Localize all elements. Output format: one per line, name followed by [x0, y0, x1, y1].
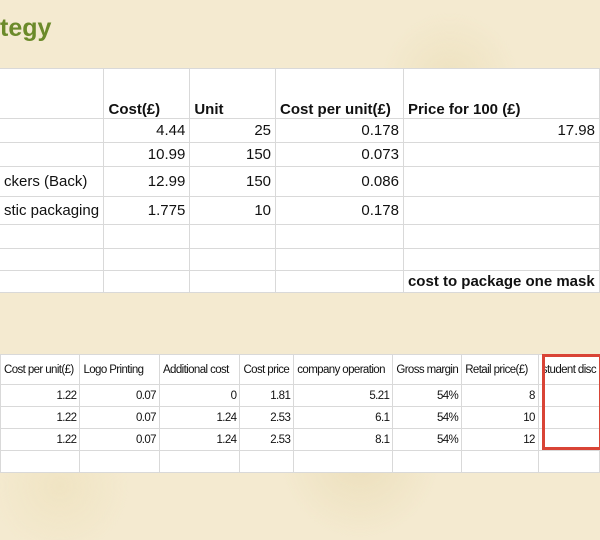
header-cell[interactable]: student disc: [537, 354, 600, 385]
table-cell[interactable]: 12.99: [103, 166, 191, 197]
table-cell[interactable]: 1.775: [103, 196, 191, 225]
table-cell[interactable]: 0.07: [79, 428, 160, 451]
table-row: cost to package one mask: [0, 270, 600, 293]
table-cell[interactable]: 5.21: [293, 384, 394, 407]
table-cell[interactable]: cost to package one mask: [402, 270, 600, 293]
table-cell[interactable]: 12: [461, 428, 539, 451]
table-cell[interactable]: [537, 450, 600, 473]
table-cell[interactable]: [189, 224, 277, 249]
table-cell[interactable]: 1.22: [0, 428, 81, 451]
pricing-table: Cost per unit(£) Logo Printing Additiona…: [0, 354, 600, 473]
table-cell[interactable]: 6.1: [293, 406, 394, 429]
table-cell[interactable]: [275, 270, 404, 293]
table-cell[interactable]: [239, 450, 295, 473]
table-cell[interactable]: 150: [189, 166, 277, 197]
table-cell[interactable]: 25: [189, 118, 277, 143]
table-cell[interactable]: [103, 248, 191, 271]
table-cell[interactable]: [402, 224, 600, 249]
table-cell[interactable]: 2.53: [239, 406, 295, 429]
table-cell[interactable]: 2.53: [239, 428, 295, 451]
table-cell[interactable]: [402, 142, 600, 167]
table-cell[interactable]: 0.178: [275, 118, 404, 143]
table-cell[interactable]: 8: [461, 384, 539, 407]
table-cell[interactable]: 1.22: [0, 384, 81, 407]
table-cell[interactable]: [79, 450, 160, 473]
table-cell[interactable]: 8.1: [293, 428, 394, 451]
header-cell[interactable]: Logo Printing: [79, 354, 160, 385]
table-row: 1.22 0.07 1.24 2.53 8.1 54% 12: [0, 428, 600, 451]
table-row: [0, 450, 600, 473]
table-header-row: Cost per unit(£) Logo Printing Additiona…: [0, 354, 600, 385]
table-row: ckers (Back) 12.99 150 0.086: [0, 166, 600, 197]
header-cell[interactable]: Price for 100 (£): [402, 68, 600, 119]
table-cell[interactable]: [293, 450, 394, 473]
table-row: 1.22 0.07 0 1.81 5.21 54% 8: [0, 384, 600, 407]
table-cell[interactable]: [537, 384, 600, 407]
table-cell[interactable]: [402, 196, 600, 225]
table-cell[interactable]: 1.24: [158, 406, 241, 429]
table-cell[interactable]: 1.81: [239, 384, 295, 407]
table-cell[interactable]: [537, 406, 600, 429]
table-cell[interactable]: 1.22: [0, 406, 81, 429]
table-cell[interactable]: 150: [189, 142, 277, 167]
table-cell[interactable]: [103, 270, 191, 293]
table-cell[interactable]: [158, 450, 241, 473]
table-cell[interactable]: 10: [461, 406, 539, 429]
header-cell[interactable]: Unit: [189, 68, 277, 119]
table-cell[interactable]: [402, 248, 600, 271]
header-cell[interactable]: Cost per unit(£): [275, 68, 404, 119]
table-cell[interactable]: [0, 118, 105, 143]
header-cell[interactable]: Gross margin: [392, 354, 463, 385]
table-cell[interactable]: [461, 450, 539, 473]
header-cell[interactable]: Retail price(£): [461, 354, 539, 385]
table-cell[interactable]: [0, 142, 105, 167]
header-cell[interactable]: [0, 68, 105, 119]
table-cell[interactable]: [0, 248, 105, 271]
table-cell[interactable]: 0.073: [275, 142, 404, 167]
table-cell[interactable]: [103, 224, 191, 249]
table-cell[interactable]: [275, 248, 404, 271]
header-cell[interactable]: Cost price: [239, 354, 295, 385]
table-cell[interactable]: 0.07: [79, 384, 160, 407]
table-cell[interactable]: 10.99: [103, 142, 191, 167]
table-cell[interactable]: 17.98: [402, 118, 600, 143]
cost-table: Cost(£) Unit Cost per unit(£) Price for …: [0, 68, 600, 293]
table-cell[interactable]: 0.07: [79, 406, 160, 429]
table-row: 10.99 150 0.073: [0, 142, 600, 167]
table-header-row: Cost(£) Unit Cost per unit(£) Price for …: [0, 68, 600, 119]
sheet-title: tegy: [0, 14, 52, 42]
table-row: 4.44 25 0.178 17.98: [0, 118, 600, 143]
table-row: [0, 248, 600, 271]
table-cell[interactable]: 0.086: [275, 166, 404, 197]
table-cell[interactable]: [537, 428, 600, 451]
header-cell[interactable]: Cost(£): [103, 68, 191, 119]
table-row: [0, 224, 600, 249]
header-cell[interactable]: Additional cost: [158, 354, 241, 385]
table-cell[interactable]: 0.178: [275, 196, 404, 225]
table-cell[interactable]: ckers (Back): [0, 166, 105, 197]
table-cell[interactable]: [189, 248, 277, 271]
table-row: stic packaging 1.775 10 0.178: [0, 196, 600, 225]
table-cell[interactable]: 54%: [392, 406, 463, 429]
table-cell[interactable]: 54%: [392, 428, 463, 451]
header-cell[interactable]: Cost per unit(£): [0, 354, 81, 385]
table-cell[interactable]: [0, 224, 105, 249]
table-cell[interactable]: 0: [158, 384, 241, 407]
table-cell[interactable]: [392, 450, 463, 473]
table-row: 1.22 0.07 1.24 2.53 6.1 54% 10: [0, 406, 600, 429]
table-cell[interactable]: [0, 450, 81, 473]
table-cell[interactable]: [402, 166, 600, 197]
table-cell[interactable]: 10: [189, 196, 277, 225]
table-cell[interactable]: [275, 224, 404, 249]
table-cell[interactable]: [189, 270, 277, 293]
table-cell[interactable]: 4.44: [103, 118, 191, 143]
table-cell[interactable]: 1.24: [158, 428, 241, 451]
table-cell[interactable]: 54%: [392, 384, 463, 407]
table-cell[interactable]: [0, 270, 105, 293]
header-cell[interactable]: company operation: [293, 354, 394, 385]
table-cell[interactable]: stic packaging: [0, 196, 105, 225]
